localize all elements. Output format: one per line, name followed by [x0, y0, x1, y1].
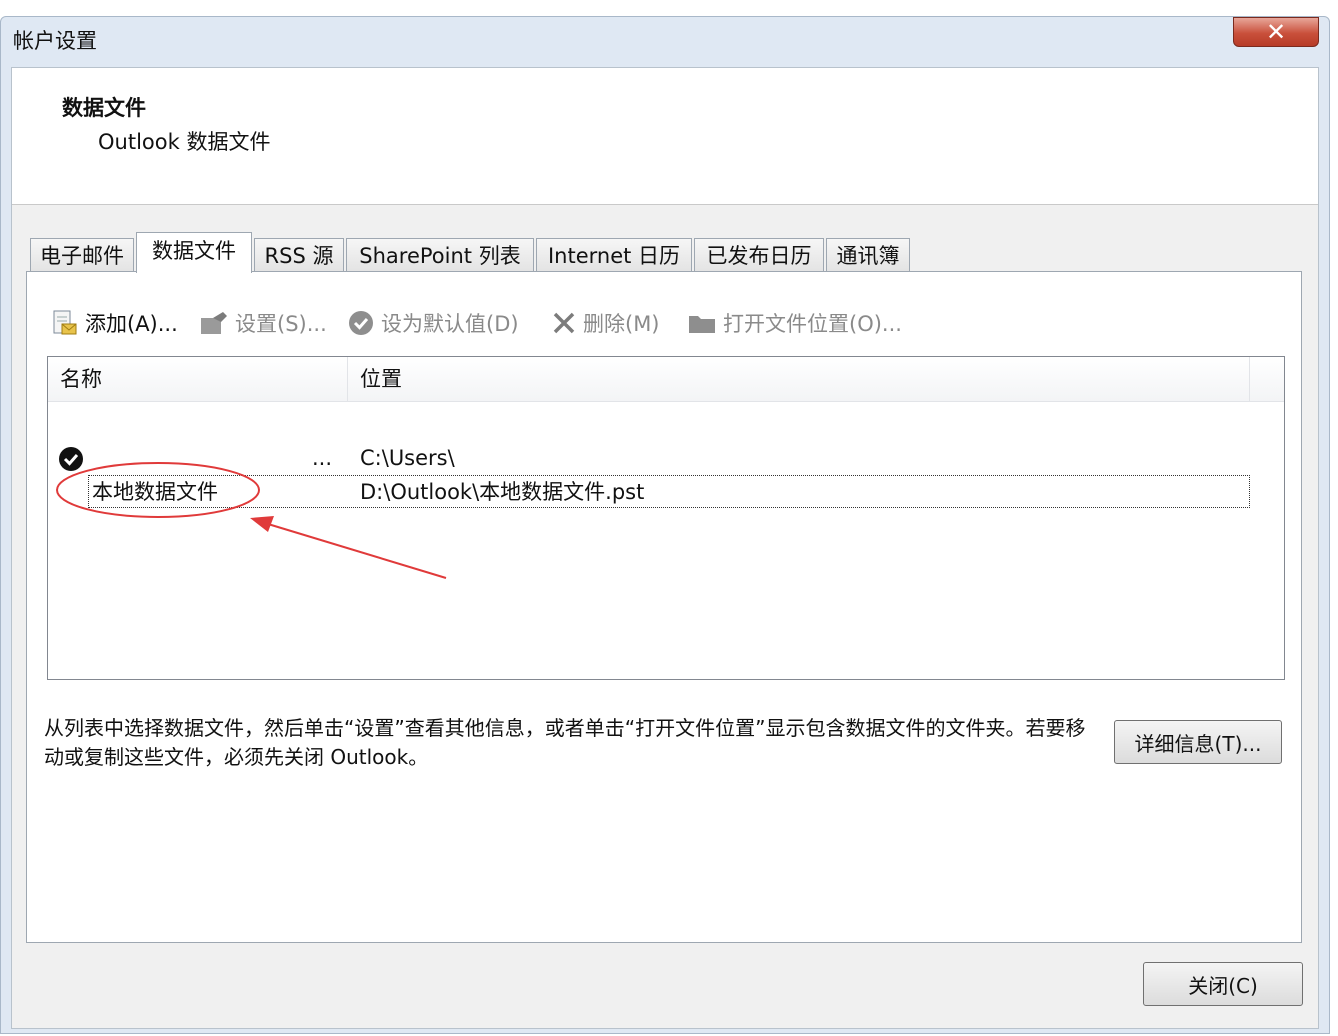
- remove-button[interactable]: 删除(M): [551, 306, 660, 340]
- dialog-client-area: 数据文件 Outlook 数据文件 电子邮件 数据文件 RSS 源 ShareP…: [11, 67, 1319, 1029]
- add-button-label: 添加(A)...: [85, 312, 178, 336]
- settings-button[interactable]: 设置(S)...: [199, 306, 327, 340]
- data-files-panel: 添加(A)... 设置(S)... 设为默认值(D) 删除(M) 打开文件位置(…: [26, 271, 1302, 943]
- row-location-cell: D:\Outlook\本地数据文件.pst: [360, 480, 645, 504]
- checkmark-circle-icon: [349, 311, 373, 335]
- set-default-button-label: 设为默认值(D): [381, 312, 519, 336]
- window-title: 帐户设置: [13, 29, 97, 53]
- tab-email[interactable]: 电子邮件: [30, 238, 134, 272]
- header-title: 数据文件: [62, 96, 146, 120]
- add-button[interactable]: 添加(A)...: [51, 306, 178, 340]
- account-settings-window: 帐户设置 ✕ 数据文件 Outlook 数据文件 电子邮件 数据文件 RSS 源…: [0, 16, 1330, 1034]
- tab-published-calendars[interactable]: 已发布日历: [694, 238, 824, 272]
- set-default-button[interactable]: 设为默认值(D): [347, 306, 519, 340]
- tab-sharepoint-lists[interactable]: SharePoint 列表: [346, 238, 534, 272]
- tab-internet-calendars[interactable]: Internet 日历: [536, 238, 692, 272]
- remove-button-label: 删除(M): [583, 312, 660, 336]
- settings-icon: [201, 312, 227, 334]
- list-row-default[interactable]: ... C:\Users\: [48, 441, 1284, 475]
- column-header-location[interactable]: 位置: [348, 357, 1250, 401]
- row-location-cell: C:\Users\: [360, 446, 455, 470]
- list-row-local-data-file[interactable]: 本地数据文件 D:\Outlook\本地数据文件.pst: [48, 475, 1284, 509]
- close-window-button[interactable]: ✕: [1233, 17, 1319, 47]
- column-header-name[interactable]: 名称: [48, 357, 348, 401]
- settings-button-label: 设置(S)...: [235, 312, 327, 336]
- list-header: 名称 位置: [48, 357, 1284, 402]
- row-name-cell: ...: [312, 446, 333, 470]
- add-data-file-icon: [53, 310, 77, 335]
- title-bar: 帐户设置 ✕: [1, 17, 1329, 63]
- default-check-icon: [59, 447, 83, 471]
- tab-rss-feeds[interactable]: RSS 源: [254, 238, 344, 272]
- close-icon: ✕: [1265, 18, 1287, 46]
- help-description: 从列表中选择数据文件，然后单击“设置”查看其他信息，或者单击“打开文件位置”显示…: [44, 716, 1086, 769]
- folder-icon: [689, 316, 715, 333]
- dialog-header: 数据文件 Outlook 数据文件: [12, 68, 1318, 205]
- delete-x-icon: [553, 312, 575, 334]
- row-name-cell: 本地数据文件: [92, 480, 218, 504]
- open-file-location-label: 打开文件位置(O)...: [723, 312, 902, 336]
- open-file-location-button[interactable]: 打开文件位置(O)...: [687, 306, 902, 340]
- tab-address-books[interactable]: 通讯簿: [826, 238, 910, 272]
- header-subtitle: Outlook 数据文件: [98, 130, 271, 154]
- details-button[interactable]: 详细信息(T)...: [1114, 720, 1282, 764]
- data-files-list[interactable]: 名称 位置 ... C:\Users\ 本地数据文件 D:\Outlook\本地…: [47, 356, 1285, 680]
- tab-data-files[interactable]: 数据文件: [136, 232, 252, 273]
- close-button[interactable]: 关闭(C): [1143, 962, 1303, 1006]
